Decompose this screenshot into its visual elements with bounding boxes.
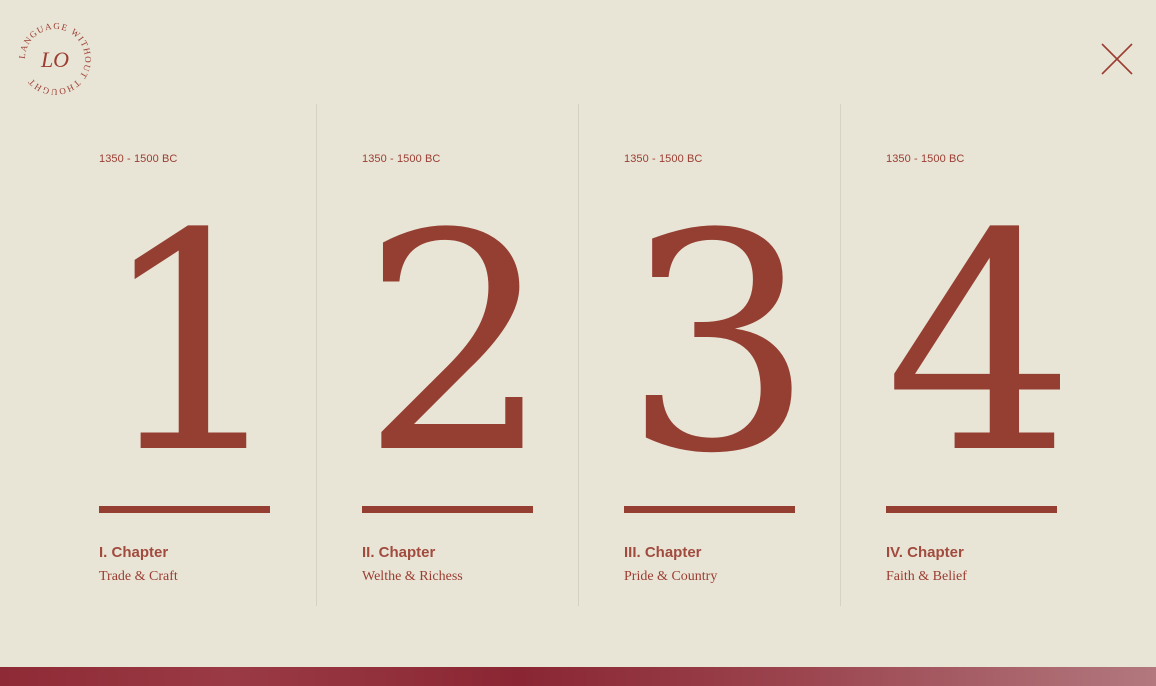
- chapter-numeral: 2: [361, 214, 536, 476]
- chapter-numeral: 3: [623, 214, 798, 476]
- chapter-date: 1350 - 1500 BC: [362, 153, 441, 165]
- chapter-title: I. Chapter: [99, 544, 169, 561]
- close-button[interactable]: [1098, 40, 1134, 76]
- chapter-title: IV. Chapter: [886, 544, 964, 561]
- chapter-subtitle: Trade & Craft: [99, 569, 178, 584]
- chapter-card-3[interactable]: 1350 - 1500 BC 3 III. Chapter Pride & Co…: [578, 104, 840, 606]
- chapter-title: III. Chapter: [624, 544, 702, 561]
- close-icon: [1101, 43, 1133, 75]
- logo-monogram: LO: [40, 47, 69, 72]
- chapter-subtitle: Welthe & Richess: [362, 569, 463, 584]
- chapter-card-2[interactable]: 1350 - 1500 BC 2 II. Chapter Welthe & Ri…: [316, 104, 578, 606]
- chapter-list: 1350 - 1500 BC 1 I. Chapter Trade & Craf…: [54, 104, 1102, 606]
- chapter-card-4[interactable]: 1350 - 1500 BC 4 IV. Chapter Faith & Bel…: [840, 104, 1102, 606]
- chapter-subtitle: Pride & Country: [624, 569, 718, 584]
- circular-logo-icon: LANGUAGE WITHOUT THOUGHT LO: [17, 21, 92, 97]
- chapter-rule: [99, 506, 270, 513]
- chapter-numeral: 4: [885, 214, 1060, 476]
- bottom-image-strip: [0, 667, 1156, 686]
- chapter-rule: [362, 506, 533, 513]
- chapter-subtitle: Faith & Belief: [886, 569, 967, 584]
- chapter-title: II. Chapter: [362, 544, 436, 561]
- chapter-numeral: 1: [98, 214, 273, 476]
- chapter-card-1[interactable]: 1350 - 1500 BC 1 I. Chapter Trade & Craf…: [54, 104, 316, 606]
- chapter-date: 1350 - 1500 BC: [886, 153, 965, 165]
- chapter-date: 1350 - 1500 BC: [99, 153, 178, 165]
- chapter-date: 1350 - 1500 BC: [624, 153, 703, 165]
- chapter-rule: [624, 506, 795, 513]
- site-logo[interactable]: LANGUAGE WITHOUT THOUGHT LO: [14, 18, 96, 100]
- chapter-rule: [886, 506, 1057, 513]
